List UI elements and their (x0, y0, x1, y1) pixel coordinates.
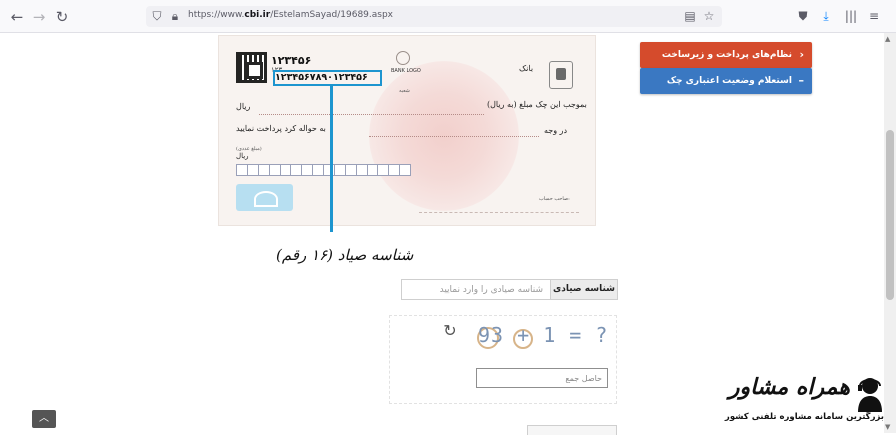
sample-cheque-image: ۱۲۳۴۵۶ ۱۲۳ ۱۲۳۴۵۶۷۸۹۰۱۲۳۴۵۶ BANK LOGO با… (218, 35, 596, 226)
shield-icon[interactable]: ⛉ (149, 8, 165, 24)
cheque-inquiry-button[interactable]: – استعلام وضعیت اعتباری چک صیادی (640, 68, 812, 112)
download-icon[interactable]: ⤓ (818, 8, 834, 24)
bookmark-star-icon[interactable]: ☆ (701, 8, 717, 24)
payment-systems-button[interactable]: ‹ نظام‌های پرداخت و زیرساخت (640, 42, 812, 68)
sayad-number: ۱۲۳۴۵۶۷۸۹۰۱۲۳۴۵۶ (275, 72, 368, 83)
library-icon[interactable]: ||| (843, 8, 859, 24)
amount-digit-boxes (236, 164, 411, 176)
url-bar[interactable]: ⛉ 🔒︎ https://www.cbi.ir/EstelamSayad/196… (146, 6, 722, 27)
captcha-panel: ↻ 93 + 1 = ? (389, 315, 617, 404)
back-icon[interactable]: ← (7, 7, 27, 27)
rial-label: ریال (236, 102, 251, 111)
sayad-form: شناسه صیادی (401, 279, 618, 300)
rial-label-2: ریال (236, 152, 249, 160)
to-order-label: به حواله کرد پرداخت نمایید (236, 124, 326, 133)
scroll-thumb[interactable] (886, 130, 894, 300)
cheque-inquiry-label: استعلام وضعیت اعتباری چک صیادی (666, 76, 792, 112)
headset-person-icon (858, 378, 882, 412)
signature-line (419, 212, 579, 213)
watermark-title: همراه مشاور (728, 374, 850, 400)
branch-label: شعبه (399, 88, 410, 94)
pocket-icon[interactable]: ⛊ (795, 8, 811, 24)
scroll-up-icon[interactable]: ▲ (885, 35, 890, 43)
sayad-caption: شناسه صیاد (۱۶ رقم) (276, 246, 414, 264)
back-to-top-button[interactable]: ︿ (32, 410, 56, 428)
captcha-text: 93 + 1 = ? (478, 323, 609, 347)
captcha-answer-input[interactable] (476, 368, 608, 388)
bank-name: بانک (519, 64, 534, 73)
cheque-watermark-logo (236, 184, 293, 211)
watermark-subtitle: بزرگترین سامانه مشاوره تلفنی کشور (724, 412, 884, 422)
lock-icon[interactable]: 🔒︎ (167, 8, 183, 24)
reload-icon[interactable]: ↻ (52, 7, 72, 27)
bank-emblem-icon (549, 61, 573, 89)
account-holder-label: صاحب حساب: (539, 196, 570, 202)
pay-to-label: بموجب این چک مبلغ (به ریال) (487, 100, 587, 109)
payee-line (369, 136, 539, 137)
dar-vajh-label: در وجه (544, 126, 568, 135)
hamrah-moshaver-watermark: همراه مشاور بزرگترین سامانه مشاوره تلفنی… (712, 372, 888, 433)
bank-logo-text: BANK LOGO (391, 68, 421, 74)
amount-line (259, 114, 484, 115)
chevron-left-icon: ‹ (799, 48, 804, 61)
dash-icon: – (798, 74, 805, 87)
url-text[interactable]: https://www.cbi.ir/EstelamSayad/19689.as… (188, 10, 393, 20)
sayad-id-input[interactable] (401, 279, 550, 300)
chevron-up-icon: ︿ (39, 413, 49, 424)
next-form-section (527, 425, 617, 435)
reader-icon[interactable]: ▤ (682, 8, 698, 24)
bank-logo-icon (396, 51, 410, 65)
payment-systems-label: نظام‌های پرداخت و زیرساخت (661, 50, 792, 60)
menu-icon[interactable]: ≡ (866, 8, 882, 24)
refresh-captcha-icon[interactable]: ↻ (442, 323, 458, 339)
browser-toolbar: ← → ↻ ⛉ 🔒︎ https://www.cbi.ir/EstelamSay… (0, 0, 896, 33)
captcha-image: 93 + 1 = ? (475, 321, 607, 353)
pointer-line (330, 84, 333, 232)
qr-code-icon (236, 52, 267, 83)
forward-icon[interactable]: → (29, 7, 49, 27)
sayad-field-label: شناسه صیادی (550, 279, 618, 300)
